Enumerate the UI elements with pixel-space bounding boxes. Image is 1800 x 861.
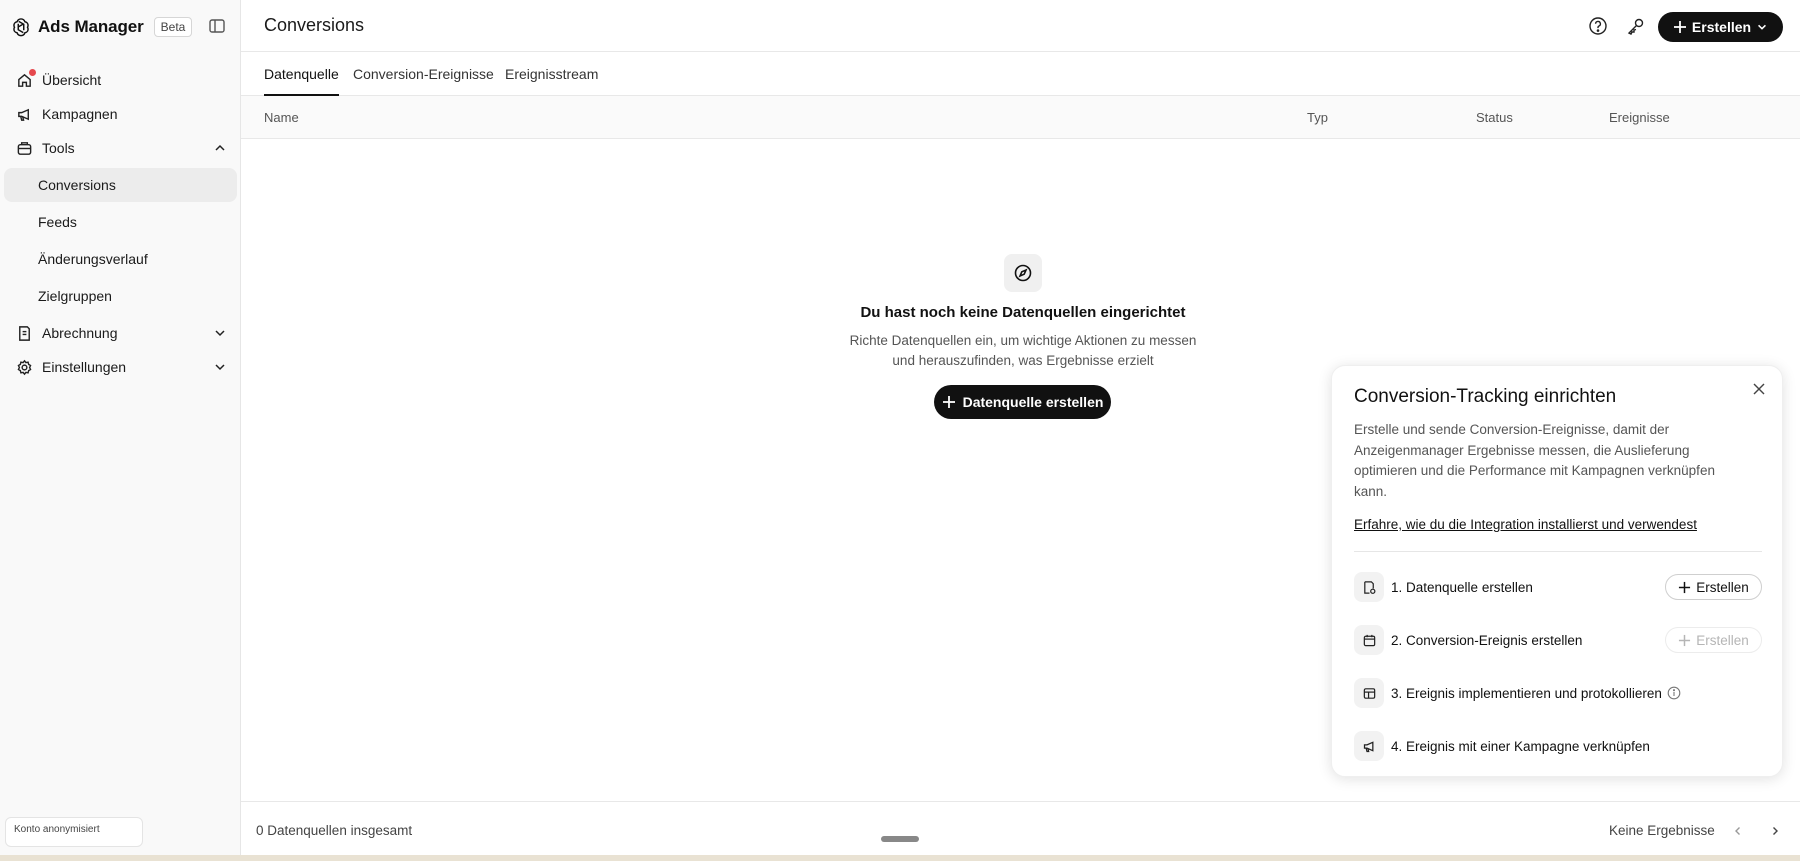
megaphone-icon xyxy=(1354,731,1384,761)
app-title: Ads Manager xyxy=(38,17,144,36)
chevron-down-icon xyxy=(215,364,225,371)
chevron-down-icon xyxy=(215,330,225,337)
step-label: 2. Conversion-Ereignis erstellen xyxy=(1391,632,1583,648)
close-icon[interactable] xyxy=(1752,382,1766,396)
tools-icon xyxy=(17,141,32,155)
create-button[interactable]: Erstellen xyxy=(1658,12,1783,42)
compass-icon xyxy=(1004,254,1042,292)
sidebar-item-tools[interactable]: Tools xyxy=(4,131,237,165)
sidebar-item-conversions[interactable]: Conversions xyxy=(4,168,237,202)
step-create-datasource: 1. Datenquelle erstellen Erstellen xyxy=(1354,572,1762,602)
step-create-conversion-event: 2. Conversion-Ereignis erstellen Erstell… xyxy=(1354,625,1762,655)
datasource-icon xyxy=(1354,572,1384,602)
panel-title: Conversion-Tracking einrichten xyxy=(1354,386,1617,407)
chevron-down-icon xyxy=(1758,24,1767,30)
create-datasource-label: Datenquelle erstellen xyxy=(962,394,1104,410)
calendar-icon xyxy=(1354,625,1384,655)
sidebar-item-label: Einstellungen xyxy=(42,359,127,375)
tab-conversion-ereignisse[interactable]: Conversion-Ereignisse xyxy=(353,66,494,96)
step-create-label: Erstellen xyxy=(1696,579,1749,595)
notification-dot xyxy=(29,69,36,76)
sidebar-item-zielgruppen[interactable]: Zielgruppen xyxy=(4,279,237,313)
table-header: Name Typ Status Ereignisse xyxy=(241,96,1800,139)
tab-datenquelle[interactable]: Datenquelle xyxy=(264,66,339,96)
step-create-button[interactable]: Erstellen xyxy=(1665,574,1762,600)
sidebar-item-kampagnen[interactable]: Kampagnen xyxy=(4,97,237,131)
total-count: 0 Datenquellen insgesamt xyxy=(256,823,413,838)
help-icon[interactable] xyxy=(1588,16,1608,36)
step-create-button-disabled: Erstellen xyxy=(1665,627,1762,653)
divider xyxy=(1354,551,1762,552)
page-title: Conversions xyxy=(264,15,365,35)
sidebar-item-feeds[interactable]: Feeds xyxy=(4,205,237,239)
empty-state-title: Du hast noch keine Datenquellen eingeric… xyxy=(860,304,1186,321)
integration-help-link[interactable]: Erfahre, wie du die Integration installi… xyxy=(1354,517,1697,532)
empty-state-description: Richte Datenquellen ein, um wichtige Akt… xyxy=(849,333,1197,368)
table-footer: 0 Datenquellen insgesamt Keine Ergebniss… xyxy=(241,801,1800,861)
beta-badge: Beta xyxy=(153,17,193,37)
sidebar-item-abrechnung[interactable]: Abrechnung xyxy=(4,316,237,350)
chevron-up-icon xyxy=(215,144,225,151)
step-label: 3. Ereignis implementieren und protokoll… xyxy=(1391,685,1662,701)
page-header: Conversions Erstellen xyxy=(241,0,1800,52)
sidebar-item-label: Kampagnen xyxy=(42,106,118,122)
brand[interactable]: Ads Manager Beta xyxy=(10,14,193,40)
tab-ereignisstream[interactable]: Ereignisstream xyxy=(505,66,598,96)
tab-bar: Datenquelle Conversion-Ereignisse Ereign… xyxy=(241,52,1800,96)
sidebar-nav: Übersicht Kampagnen Tools Conversions Fe… xyxy=(0,60,241,384)
plus-icon xyxy=(1673,21,1686,33)
billing-icon xyxy=(19,325,30,341)
column-header-name[interactable]: Name xyxy=(264,110,299,125)
column-header-ereignisse[interactable]: Ereignisse xyxy=(1609,110,1670,125)
plus-icon xyxy=(1679,581,1691,593)
pagination-status: Keine Ergebnisse xyxy=(1609,823,1715,838)
column-header-status[interactable]: Status xyxy=(1476,110,1513,125)
bottom-strip xyxy=(0,855,1800,861)
sidebar-item-aenderungsverlauf[interactable]: Änderungsverlauf xyxy=(4,242,237,276)
sidebar-item-label: Übersicht xyxy=(42,72,102,88)
sidebar-item-label: Tools xyxy=(42,140,75,156)
megaphone-icon xyxy=(18,108,29,121)
sidebar: Ads Manager Beta Übersicht Kampagnen Too… xyxy=(0,0,241,861)
step-implement-event: 3. Ereignis implementieren und protokoll… xyxy=(1354,678,1762,708)
conversion-tracking-panel: Conversion-Tracking einrichten Erstelle … xyxy=(1331,365,1783,777)
sidebar-toggle-icon[interactable] xyxy=(208,17,226,35)
sidebar-item-uebersicht[interactable]: Übersicht xyxy=(4,63,237,97)
step-create-label: Erstellen xyxy=(1696,632,1749,648)
step-label: 1. Datenquelle erstellen xyxy=(1391,579,1533,595)
key-icon[interactable] xyxy=(1626,16,1646,36)
settings-icon xyxy=(17,359,32,375)
openai-logo-icon xyxy=(13,18,29,37)
step-link-campaign: 4. Ereignis mit einer Kampagne verknüpfe… xyxy=(1354,731,1762,761)
sidebar-item-einstellungen[interactable]: Einstellungen xyxy=(4,350,237,384)
next-page-icon[interactable] xyxy=(1764,820,1786,842)
sidebar-item-label: Abrechnung xyxy=(42,325,118,341)
layout-icon xyxy=(1354,678,1384,708)
create-button-label: Erstellen xyxy=(1691,19,1752,35)
account-switcher[interactable]: Konto anonymisiert xyxy=(5,817,143,847)
plus-icon xyxy=(1679,634,1691,646)
panel-description: Erstelle und sende Conversion-Ereignisse… xyxy=(1354,422,1715,499)
info-icon[interactable] xyxy=(1667,686,1681,700)
previous-page-icon[interactable] xyxy=(1727,820,1749,842)
create-datasource-button[interactable]: Datenquelle erstellen xyxy=(934,385,1111,419)
step-label: 4. Ereignis mit einer Kampagne verknüpfe… xyxy=(1391,738,1650,754)
column-header-typ[interactable]: Typ xyxy=(1307,110,1328,125)
plus-icon xyxy=(942,396,955,408)
scroll-handle[interactable] xyxy=(881,836,919,842)
